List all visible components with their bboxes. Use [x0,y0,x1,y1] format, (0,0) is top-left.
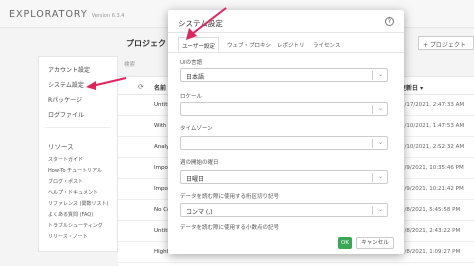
sidebar-item-logs[interactable]: ログファイル [48,110,84,119]
sidebar-item-system[interactable]: システム設定 [48,80,84,89]
resource-link[interactable]: リファレンス (関数リスト) [48,200,108,207]
week-start-select[interactable]: 日曜日 ⌄ [180,170,388,184]
app-logo: EXPLORATORY Version 6.3.4 [9,9,125,20]
system-settings-dialog: システム設定 ? ユーザー設定 ウェブ・プロキシ レポジトリ ライセンス UIの… [168,10,404,254]
annotation-arrow-icon [186,7,227,40]
sidebar-item-packages[interactable]: Rパッケージ [48,95,82,104]
ui-language-label: UIの言語 [180,60,203,66]
resources-heading: リソース [48,143,74,151]
chevron-down-icon: ⌄ [377,173,383,180]
locale-select[interactable]: ⌄ [180,102,388,116]
divider [168,52,404,53]
new-project-button[interactable]: + プロジェクト [418,36,474,50]
chevron-down-icon: ⌄ [377,71,383,78]
chevron-down-icon: ⌄ [377,139,383,146]
thousand-separator-label: データを読む際に使用する桁区切り記号 [180,194,280,200]
tab-license[interactable]: ライセンス [310,37,343,52]
resource-link[interactable]: ブログ・ポスト [48,178,83,185]
help-icon[interactable]: ? [385,17,394,26]
resource-link[interactable]: How-To チュートリアル [48,167,102,174]
ok-button[interactable]: OK [338,237,352,249]
column-name[interactable]: 名前 [154,83,166,92]
refresh-icon[interactable]: ⟳ [138,83,144,91]
week-start-label: 週の開始の曜日 [180,160,219,166]
timezone-label: タイムゾーン [180,126,213,132]
timezone-select[interactable]: ⌄ [180,136,388,150]
locale-label: ロケール [180,94,203,100]
cancel-button[interactable]: キャンセル [356,237,394,249]
annotation-arrow-icon [86,77,127,90]
divider [45,127,111,128]
ui-language-select[interactable]: 日本語 ⌄ [180,68,388,82]
resource-link[interactable]: トラブルシューティング [48,222,103,229]
thousand-separator-select[interactable]: コンマ (,) ⌄ [180,203,388,217]
chevron-down-icon: ⌄ [377,206,383,213]
tab-web-proxy[interactable]: ウェブ・プロキシ [224,37,274,52]
resource-link[interactable]: リリース・ノート [48,233,88,240]
chevron-down-icon: ⌄ [377,105,383,112]
resource-link[interactable]: スタートガイド [48,156,83,163]
page-title: プロジェクト [126,39,174,48]
tab-repository[interactable]: レポジトリ [274,37,308,52]
resource-link[interactable]: ヘルプ・ドキュメント [48,189,98,196]
decimal-mark-label: データを読む際に使用する小数点の記号 [180,225,280,231]
resource-link[interactable]: よくある質問 (FAQ) [48,211,93,218]
search-input[interactable]: 検索 [124,60,135,68]
